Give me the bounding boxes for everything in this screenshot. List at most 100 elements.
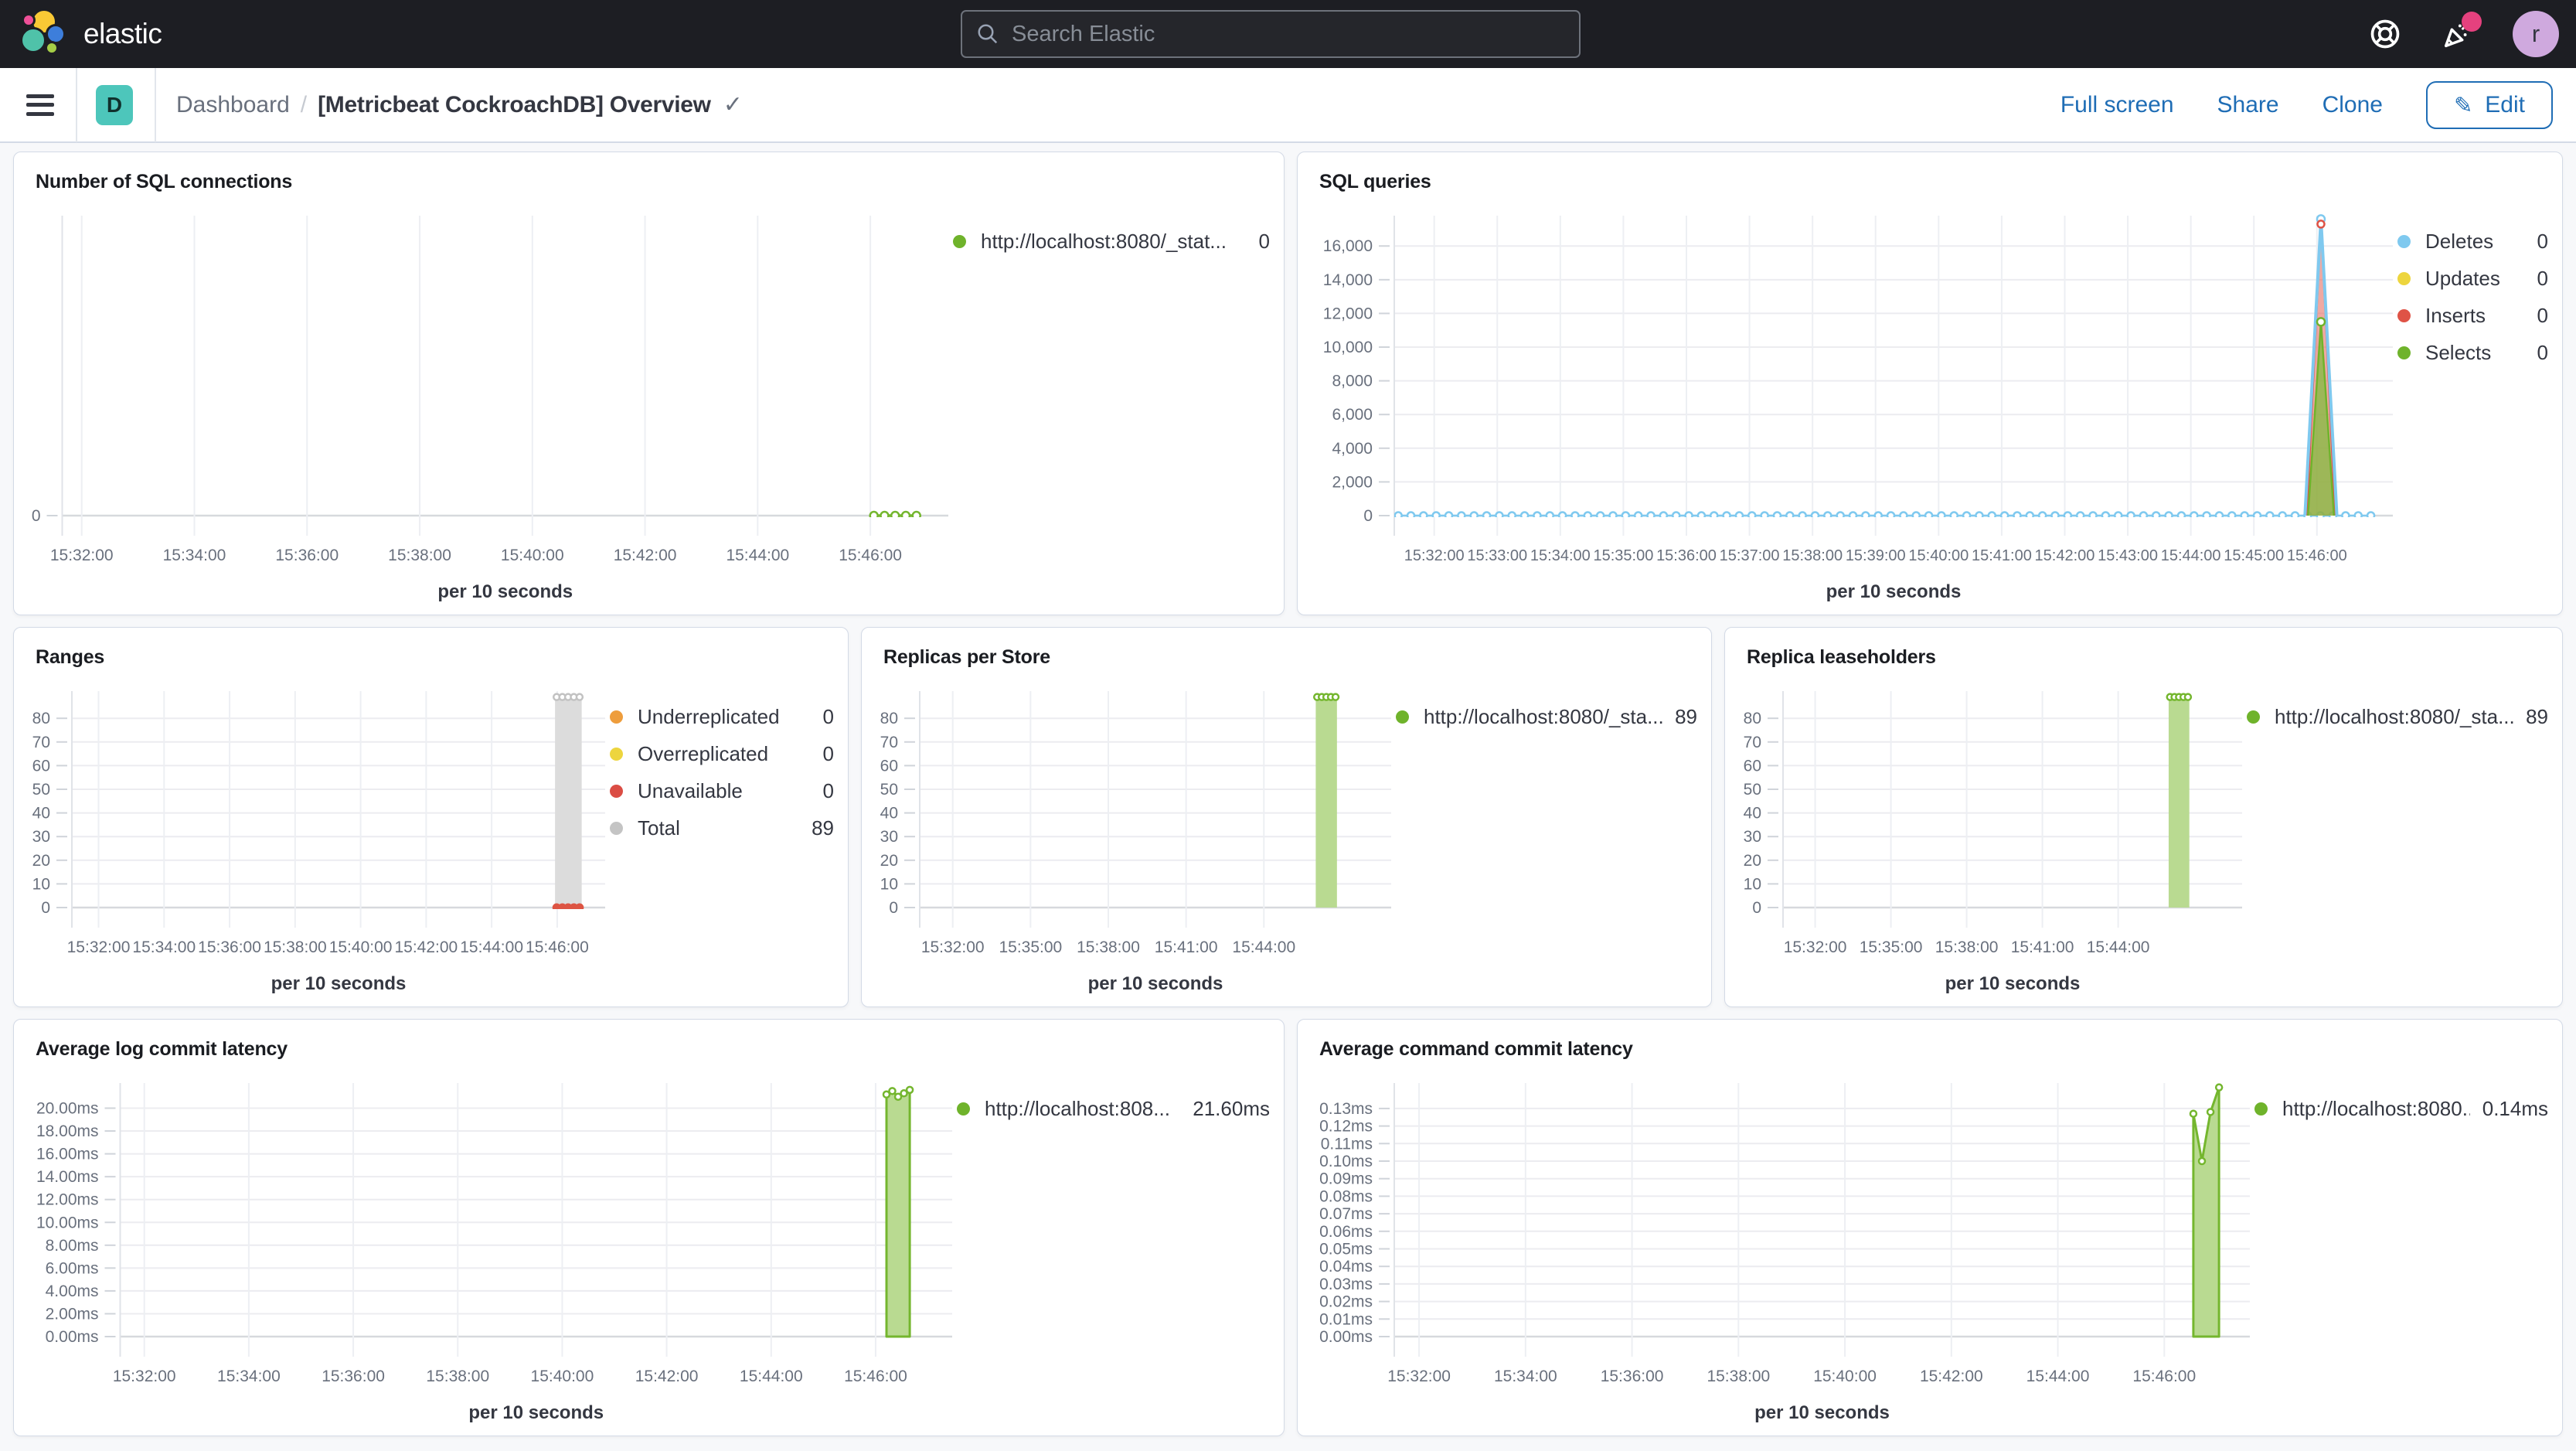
svg-text:15:40:00: 15:40:00 [329, 938, 393, 956]
share-button[interactable]: Share [2217, 92, 2279, 118]
legend-series-dot-icon [2397, 346, 2411, 359]
elastic-logo[interactable]: elastic [20, 9, 162, 58]
chart-legend: Underreplicated 0 Overreplicated 0 Unavailab… [610, 677, 834, 999]
svg-text:15:38:00: 15:38:00 [1782, 547, 1843, 564]
svg-text:6.00ms: 6.00ms [46, 1259, 99, 1277]
svg-text:15:44:00: 15:44:00 [2161, 547, 2221, 564]
panel-title[interactable]: Ranges [14, 628, 848, 669]
svg-text:60: 60 [1744, 757, 1761, 775]
legend-item[interactable]: Inserts 0 [2397, 304, 2548, 328]
legend-series-dot-icon [610, 822, 623, 835]
legend-item[interactable]: http://localhost:8080... 0.14ms [2254, 1097, 2548, 1121]
svg-text:70: 70 [32, 734, 50, 751]
legend-series-label: Unavailable [638, 779, 743, 802]
svg-text:16,000: 16,000 [1323, 237, 1373, 255]
chart-legend: http://localhost:808... 21.60ms [957, 1069, 1270, 1428]
legend-series-label: Deletes [2425, 230, 2494, 253]
svg-text:15:38:00: 15:38:00 [1935, 938, 1999, 956]
panel-replicas-per-store: Replicas per Store 0 10 20 30 40 50 60 70 80 15:3… [861, 627, 1712, 1007]
svg-text:0.00ms: 0.00ms [1319, 1328, 1373, 1346]
legend-series-value: 0 [822, 779, 834, 802]
panel-title[interactable]: Average command commit latency [1298, 1020, 2562, 1061]
panel-title[interactable]: SQL queries [1298, 152, 2562, 193]
legend-series-label: http://localhost:8080... [2282, 1097, 2470, 1120]
chart-area[interactable]: 0 15:32:00 15:34:00 15:36:00 15:38:00 15:40:0… [25, 202, 953, 607]
svg-text:0.06ms: 0.06ms [1319, 1223, 1373, 1241]
svg-text:16.00ms: 16.00ms [36, 1146, 99, 1163]
legend-item[interactable]: http://localhost:8080/_stat... 0 [953, 230, 1270, 254]
panel-average-command-commit-latency: Average command commit latency 0.00ms 0.0… [1297, 1019, 2563, 1436]
legend-item[interactable]: Updates 0 [2397, 267, 2548, 291]
chart-area[interactable]: 0.00ms 2.00ms 4.00ms 6.00ms 8.00ms 10.00ms 12.… [25, 1069, 957, 1428]
panel-title[interactable]: Replicas per Store [862, 628, 1711, 669]
svg-text:15:32:00: 15:32:00 [113, 1368, 176, 1385]
dashboard-app-badge[interactable]: D [96, 84, 133, 125]
svg-text:80: 80 [880, 710, 898, 727]
svg-text:0.07ms: 0.07ms [1319, 1205, 1373, 1223]
legend-item[interactable]: Overreplicated 0 [610, 742, 834, 766]
chart-area[interactable]: 0.00ms 0.01ms 0.02ms 0.03ms 0.04ms 0.05ms 0.06… [1308, 1069, 2254, 1428]
svg-text:0: 0 [32, 507, 41, 525]
svg-text:40: 40 [32, 805, 50, 823]
app-header: elastic Search Elastic r [0, 0, 2576, 68]
svg-text:15:32:00: 15:32:00 [67, 938, 131, 956]
global-search[interactable] [961, 10, 1581, 58]
svg-text:0.02ms: 0.02ms [1319, 1293, 1373, 1311]
legend-series-dot-icon [2397, 272, 2411, 285]
legend-series-label: Inserts [2425, 304, 2486, 327]
breadcrumb-dashboard-link[interactable]: Dashboard [176, 92, 290, 118]
legend-item[interactable]: Deletes 0 [2397, 230, 2548, 254]
legend-item[interactable]: http://localhost:8080/_sta... 89 [2247, 705, 2548, 729]
svg-text:15:42:00: 15:42:00 [2035, 547, 2095, 564]
legend-series-label: http://localhost:8080/_stat... [981, 230, 1227, 253]
svg-text:15:36:00: 15:36:00 [198, 938, 261, 956]
svg-text:12,000: 12,000 [1323, 305, 1373, 322]
chart-area[interactable]: 0 10 20 30 40 50 60 70 80 15:32:00 15:35:00 15:38:0… [1736, 677, 2247, 999]
svg-text:15:41:00: 15:41:00 [1155, 938, 1218, 956]
legend-item[interactable]: Total 89 [610, 816, 834, 840]
svg-text:0.09ms: 0.09ms [1319, 1170, 1373, 1188]
breadcrumb: Dashboard / [Metricbeat CockroachDB] Ove… [176, 91, 743, 118]
panel-title[interactable]: Average log commit latency [14, 1020, 1284, 1061]
legend-item[interactable]: Selects 0 [2397, 341, 2548, 365]
breadcrumb-current-title[interactable]: [Metricbeat CockroachDB] Overview ✓ [318, 91, 743, 118]
user-avatar[interactable]: r [2513, 11, 2559, 57]
search-input[interactable] [1012, 21, 1565, 47]
svg-text:70: 70 [1744, 734, 1761, 751]
menu-hamburger-icon[interactable] [26, 94, 54, 116]
legend-series-value: 89 [1675, 705, 1697, 728]
legend-item[interactable]: http://localhost:8080/_sta... 89 [1396, 705, 1697, 729]
svg-text:0.12ms: 0.12ms [1319, 1118, 1373, 1136]
chart-area[interactable]: 0 10 20 30 40 50 60 70 80 15:32:00 15:35:00 15:38:0… [873, 677, 1396, 999]
svg-text:15:46:00: 15:46:00 [844, 1368, 907, 1385]
avatar-letter: r [2531, 20, 2540, 47]
legend-series-value: 89 [2526, 705, 2548, 728]
chart-area[interactable]: 0 10 20 30 40 50 60 70 80 15:32:00 15:34:00 15:36:0… [25, 677, 610, 999]
svg-text:15:46:00: 15:46:00 [526, 938, 589, 956]
svg-text:15:42:00: 15:42:00 [635, 1368, 699, 1385]
svg-text:30: 30 [1744, 828, 1761, 846]
legend-series-dot-icon [1396, 710, 1409, 724]
legend-series-dot-icon [2397, 309, 2411, 322]
news-announcements-icon[interactable] [2440, 12, 2482, 52]
svg-text:15:44:00: 15:44:00 [1232, 938, 1295, 956]
edit-button[interactable]: ✎ Edit [2425, 80, 2553, 129]
svg-text:8.00ms: 8.00ms [46, 1237, 99, 1255]
legend-item[interactable]: Underreplicated 0 [610, 705, 834, 729]
panel-number-of-sql-connections: Number of SQL connections 0 15:32:00 15:34… [13, 152, 1285, 615]
panel-title[interactable]: Number of SQL connections [14, 152, 1284, 193]
legend-item[interactable]: Unavailable 0 [610, 779, 834, 803]
help-icon[interactable] [2367, 16, 2403, 52]
legend-series-dot-icon [610, 748, 623, 761]
full-screen-button[interactable]: Full screen [2060, 92, 2174, 118]
chart-area[interactable]: 0 2,000 4,000 6,000 8,000 10,000 12,000 14,000 1… [1308, 202, 2397, 607]
legend-series-label: Selects [2425, 341, 2492, 364]
svg-text:0: 0 [1363, 507, 1373, 525]
panel-title[interactable]: Replica leaseholders [1725, 628, 2562, 669]
legend-series-dot-icon [953, 235, 966, 248]
svg-text:2.00ms: 2.00ms [46, 1305, 99, 1323]
svg-text:50: 50 [32, 781, 50, 799]
clone-button[interactable]: Clone [2322, 92, 2383, 118]
legend-item[interactable]: http://localhost:808... 21.60ms [957, 1097, 1270, 1121]
brand-name: elastic [83, 18, 162, 49]
